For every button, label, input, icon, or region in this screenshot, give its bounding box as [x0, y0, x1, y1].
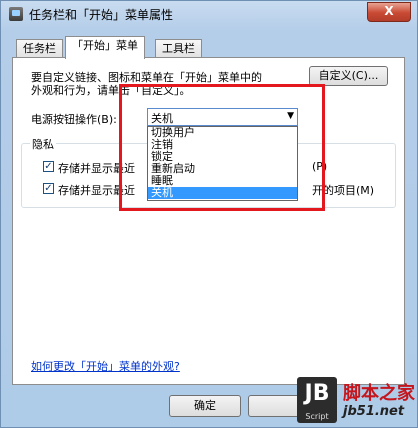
- watermark-site-name: 脚本之家: [343, 383, 415, 404]
- tab-taskbar[interactable]: 任务栏: [16, 39, 63, 58]
- logo-subtext: Script: [305, 412, 329, 421]
- privacy-group-label: 隐私: [30, 136, 56, 152]
- tab-start-menu[interactable]: 「开始」菜单: [65, 36, 145, 59]
- ok-button[interactable]: 确定: [169, 395, 241, 417]
- recent-programs-checkbox[interactable]: ✓: [43, 161, 54, 172]
- customize-button[interactable]: 自定义(C)...: [309, 66, 388, 86]
- window-title: 任务栏和「开始」菜单属性: [29, 8, 174, 22]
- site-watermark: JB Script 脚本之家 jb51.net: [297, 377, 415, 423]
- title-bar[interactable]: 任务栏和「开始」菜单属性 X: [1, 1, 417, 29]
- properties-window: 任务栏和「开始」菜单属性 X 任务栏 「开始」菜单 工具栏 要自定义链接、图标和…: [0, 0, 418, 428]
- watermark-url: jb51.net: [343, 404, 405, 419]
- power-button-label: 电源按钮操作(B):: [31, 113, 117, 126]
- taskbar-icon: [9, 7, 23, 21]
- help-link[interactable]: 如何更改「开始」菜单的外观?: [31, 358, 180, 374]
- close-button[interactable]: X: [367, 2, 411, 22]
- red-highlight-box: [119, 84, 325, 211]
- jb-logo: JB Script: [297, 377, 337, 423]
- recent-items-checkbox[interactable]: ✓: [43, 183, 54, 194]
- tab-toolbars[interactable]: 工具栏: [155, 39, 202, 58]
- logo-text: JB: [304, 381, 330, 406]
